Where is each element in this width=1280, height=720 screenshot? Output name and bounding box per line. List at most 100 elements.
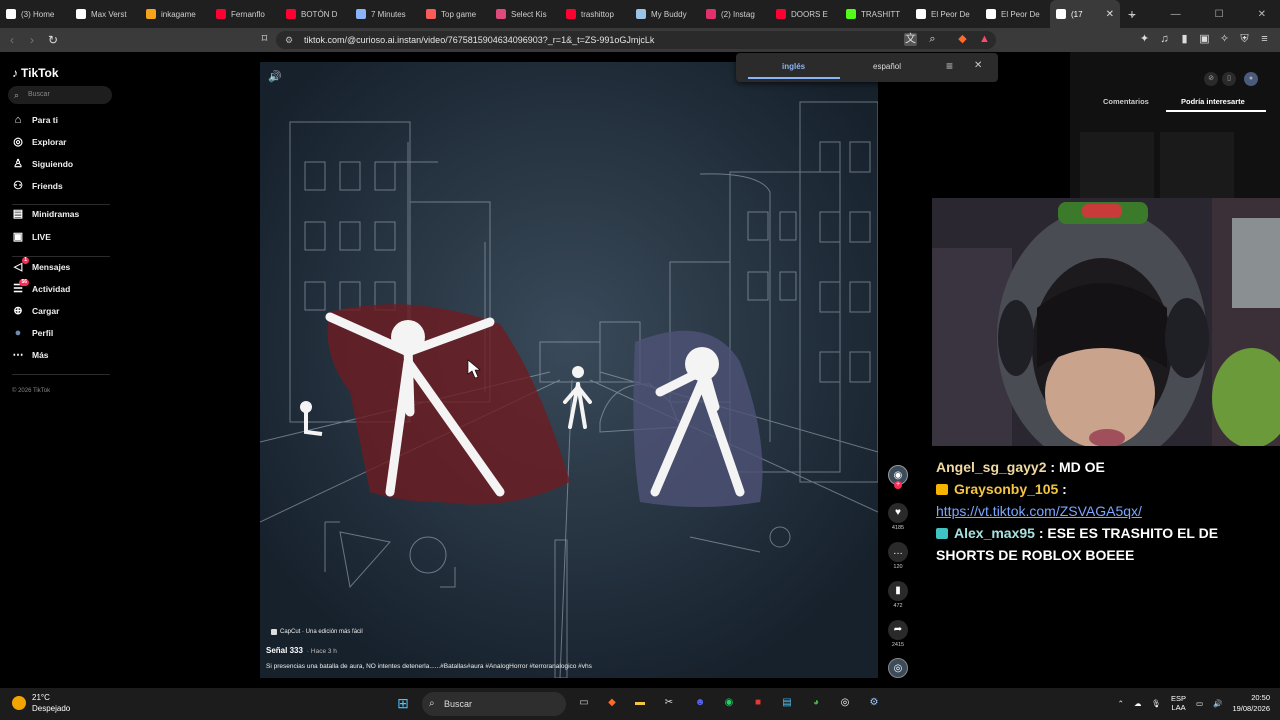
share-count: 2415 bbox=[891, 642, 905, 648]
browser-tab[interactable]: trashittop bbox=[560, 0, 630, 28]
forward-icon[interactable]: › bbox=[30, 33, 34, 47]
browser-tab[interactable]: El Peor De bbox=[910, 0, 980, 28]
minimize-button[interactable]: — bbox=[1171, 9, 1181, 20]
network-tray-icon[interactable]: ☁ bbox=[1134, 699, 1142, 708]
report-icon[interactable]: ⊘ bbox=[1204, 72, 1218, 86]
browser-tab[interactable]: BOTÓN D bbox=[280, 0, 350, 28]
weather-widget[interactable]: 21°C Despejado bbox=[12, 692, 70, 714]
browser-tab[interactable]: (3) Home bbox=[0, 0, 70, 28]
tab-comentarios[interactable]: Comentarios bbox=[1103, 97, 1149, 106]
maximize-button[interactable]: ☐ bbox=[1215, 9, 1224, 20]
messages-icon: ◁ 1 bbox=[13, 257, 29, 273]
wallet-icon[interactable]: ▣ bbox=[1198, 33, 1211, 46]
sidebar-item-perfil[interactable]: ● Perfil bbox=[12, 327, 54, 339]
translate-close-icon[interactable]: ✕ bbox=[974, 60, 982, 71]
microphone-icon[interactable]: 🎙 bbox=[1151, 699, 1161, 708]
subscriber-badge-icon bbox=[936, 528, 948, 539]
browser-tab[interactable]: Select Kis bbox=[490, 0, 560, 28]
translate-icon[interactable]: 文 bbox=[904, 33, 917, 46]
clock[interactable]: 20:50 19/08/2026 bbox=[1232, 692, 1270, 714]
capcut-tag[interactable]: CapCut · Una edición más fácil bbox=[271, 629, 363, 635]
comment-button[interactable]: … 120 bbox=[886, 542, 910, 570]
sidebar-item-para-ti[interactable]: ⌂ Para ti bbox=[12, 114, 58, 126]
sidebar-item-minidramas[interactable]: ▤ Minidramas bbox=[12, 208, 79, 220]
translate-source-lang[interactable]: inglés bbox=[782, 62, 805, 71]
mobile-icon[interactable]: ▯ bbox=[1222, 72, 1236, 86]
like-button[interactable]: ♥ 4185 bbox=[886, 503, 910, 531]
tab-search-icon[interactable]: ⌄ bbox=[1128, 9, 1136, 20]
address-bar[interactable]: ⚙ tiktok.com/@curioso.ai.instan/video/76… bbox=[276, 31, 996, 49]
copyright-text: © 2026 TikTok bbox=[12, 388, 51, 394]
reload-icon[interactable]: ↻ bbox=[48, 33, 58, 47]
browser-tab[interactable]: (2) Instag bbox=[700, 0, 770, 28]
sidebar-item-siguiendo[interactable]: ♙ Siguiendo bbox=[12, 158, 73, 170]
chat-link[interactable]: https://vt.tiktok.com/ZSVAGA5qx/ bbox=[936, 503, 1142, 519]
video-player[interactable]: 🔊 CapCut · Una edición más fácil Señal 3… bbox=[260, 62, 878, 678]
zoom-icon[interactable]: ⌕ bbox=[926, 33, 939, 46]
windows-start-icon[interactable]: ⊞ bbox=[395, 695, 411, 711]
language-indicator[interactable]: ESP LAA bbox=[1171, 694, 1186, 712]
browser-tab[interactable]: El Peor De bbox=[980, 0, 1050, 28]
sidebar-item-friends[interactable]: ⚇ Friends bbox=[12, 180, 63, 192]
heart-icon: ♥ bbox=[888, 503, 908, 523]
volume-tray-icon[interactable]: 🔊 bbox=[1213, 699, 1222, 708]
media-icon[interactable]: ♫ bbox=[1158, 33, 1171, 46]
browser-tab[interactable]: My Buddy bbox=[630, 0, 700, 28]
sidebar-icon[interactable]: ▮ bbox=[1178, 33, 1191, 46]
task-view-icon[interactable]: ▭ bbox=[576, 695, 592, 711]
snipping-icon[interactable]: ✂ bbox=[661, 695, 677, 711]
close-window-button[interactable]: ✕ bbox=[1258, 9, 1266, 20]
back-icon[interactable]: ‹ bbox=[10, 33, 14, 47]
vpn-icon[interactable]: ⛨ bbox=[1238, 33, 1251, 46]
display-icon[interactable]: ▭ bbox=[1196, 699, 1203, 708]
bookmark-icon[interactable]: ⌑ bbox=[258, 33, 271, 46]
tab-label: Top game bbox=[441, 9, 477, 19]
obs-icon[interactable]: ◎ bbox=[837, 695, 853, 711]
sound-disc[interactable]: ◎ bbox=[886, 658, 910, 678]
share-button[interactable]: ➦ 2415 bbox=[886, 620, 910, 648]
volume-icon[interactable]: 🔊 bbox=[268, 70, 282, 83]
tab-podria-interesarte[interactable]: Podría interesarte bbox=[1181, 97, 1245, 106]
suggested-thumbnail[interactable] bbox=[1160, 132, 1234, 198]
steam-icon[interactable]: ⚙ bbox=[866, 695, 882, 711]
sidebar-item-cargar[interactable]: ⊕ Cargar bbox=[12, 305, 59, 317]
notepad-icon[interactable]: ▤ bbox=[779, 695, 795, 711]
search-input[interactable]: ⌕ Buscar bbox=[8, 86, 112, 104]
brave-icon[interactable]: ◆ bbox=[604, 695, 620, 711]
site-info-icon[interactable]: ⚙ bbox=[285, 31, 293, 49]
browser-tab[interactable]: inkagame bbox=[140, 0, 210, 28]
user-avatar[interactable]: ● bbox=[1244, 72, 1258, 86]
browser-tab[interactable]: DOORS E bbox=[770, 0, 840, 28]
spotify-icon[interactable]: ◉ bbox=[721, 695, 737, 711]
sidebar-item-actividad[interactable]: ☰ 56 Actividad bbox=[12, 279, 70, 295]
browser-tab[interactable]: 7 Minutes bbox=[350, 0, 420, 28]
taskbar-search[interactable]: ⌕ Buscar bbox=[422, 692, 566, 716]
brave-shields-icon[interactable]: ◆ bbox=[956, 33, 969, 46]
sidebar-item-live[interactable]: ▣ LIVE bbox=[12, 231, 51, 243]
app-icon[interactable]: ■ bbox=[750, 695, 766, 711]
translate-options-icon[interactable]: ≡ bbox=[946, 59, 953, 73]
tiktok-logo[interactable]: ♪ TikTok bbox=[12, 66, 59, 80]
tray-chevron-icon[interactable]: ⌃ bbox=[1118, 699, 1124, 708]
tab-close-icon[interactable]: ✕ bbox=[1106, 9, 1114, 20]
leo-icon[interactable]: ✧ bbox=[1218, 33, 1231, 46]
menu-icon[interactable]: ≡ bbox=[1258, 33, 1271, 46]
file-explorer-icon[interactable]: ▬ bbox=[632, 695, 648, 711]
sidebar-item-ms[interactable]: ⋯ Más bbox=[12, 349, 49, 361]
browser-tab[interactable]: TRASHITT bbox=[840, 0, 910, 28]
suggested-thumbnail[interactable] bbox=[1080, 132, 1154, 198]
translate-target-lang[interactable]: español bbox=[873, 62, 901, 71]
video-author[interactable]: Señal 333 · Hace 3 h bbox=[266, 646, 337, 655]
discord-icon[interactable]: ☻ bbox=[692, 695, 708, 711]
browser-tab[interactable]: Max Verst bbox=[70, 0, 140, 28]
sidebar-item-explorar[interactable]: ◎ Explorar bbox=[12, 136, 66, 148]
brave-rewards-icon[interactable]: ▲ bbox=[978, 33, 991, 46]
chrome-icon[interactable]: ◕ bbox=[808, 695, 824, 711]
sidebar-item-mensajes[interactable]: ◁ 1 Mensajes bbox=[12, 257, 70, 273]
browser-tab[interactable]: (17 ✕ bbox=[1050, 0, 1120, 28]
browser-tab[interactable]: Top game bbox=[420, 0, 490, 28]
extensions-icon[interactable]: ✦ bbox=[1138, 33, 1151, 46]
creator-avatar[interactable]: ◉ + bbox=[886, 465, 910, 489]
browser-tab[interactable]: Fernanflo bbox=[210, 0, 280, 28]
save-button[interactable]: ▮ 472 bbox=[886, 581, 910, 609]
